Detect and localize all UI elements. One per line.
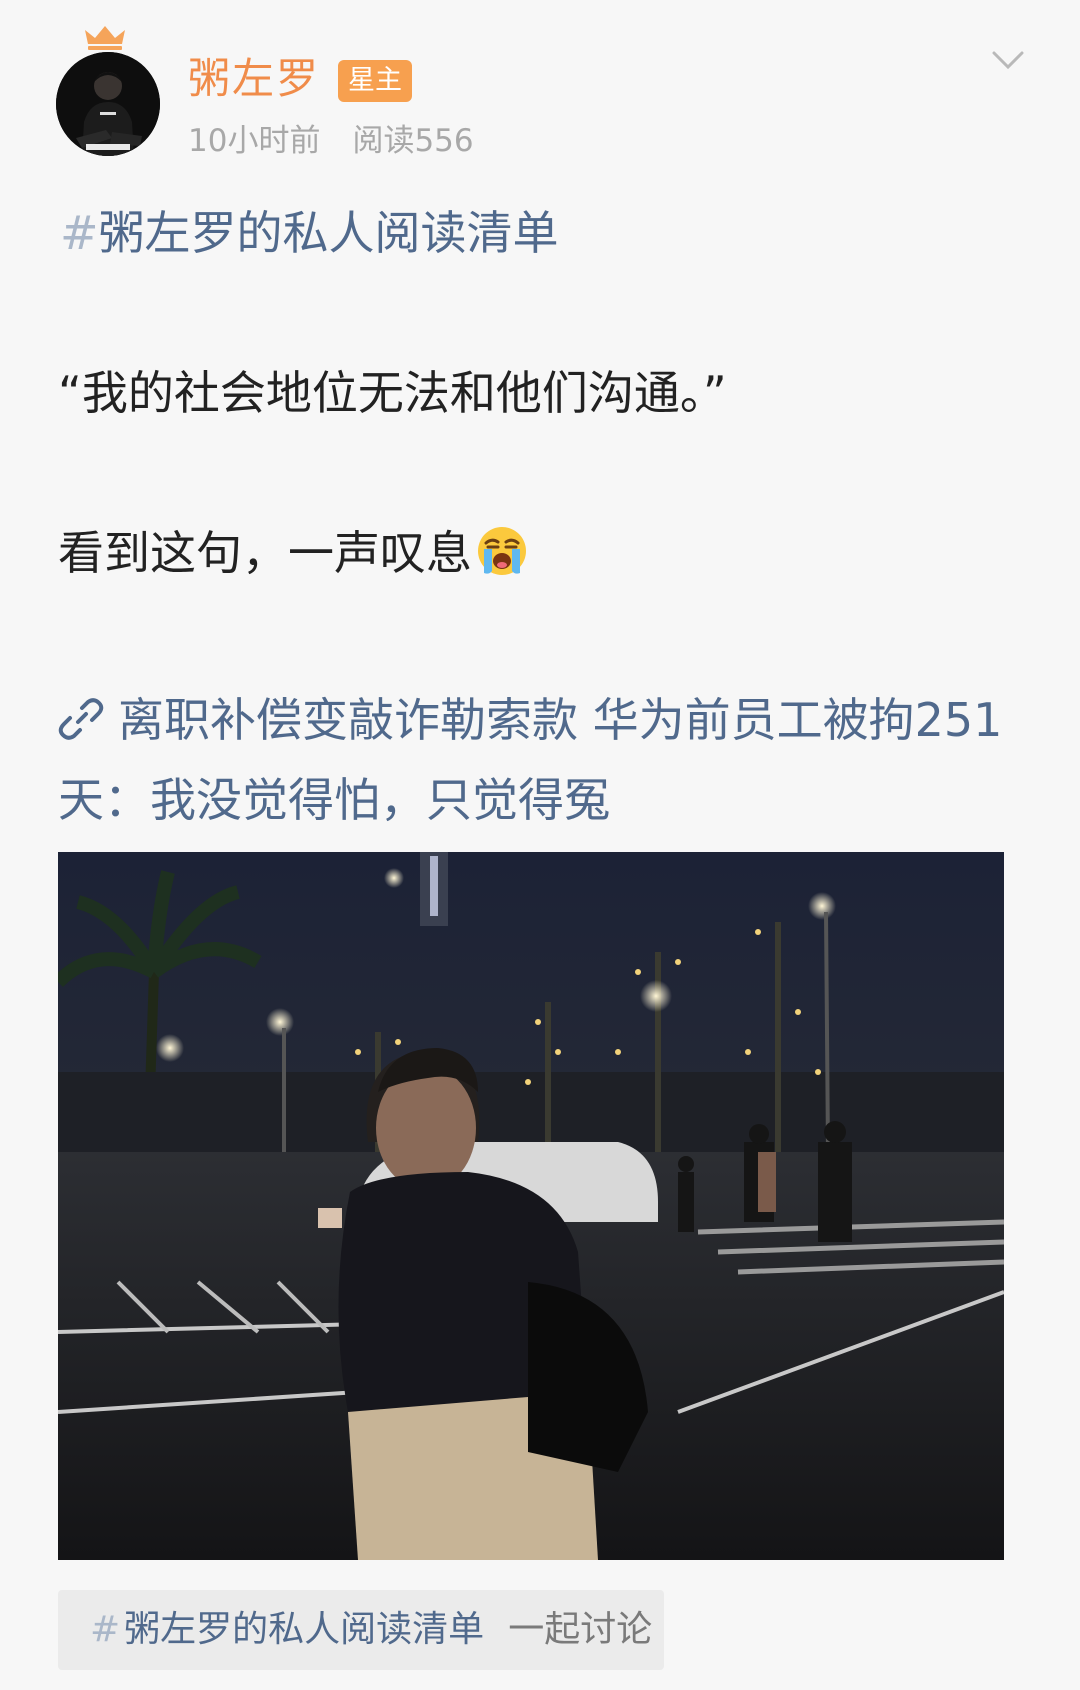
link-icon	[58, 698, 104, 740]
crown-icon	[85, 26, 125, 50]
topic-chip-label: 粥左罗的私人阅读清单	[124, 1609, 485, 1650]
post-photo[interactable]	[58, 852, 1004, 1560]
hashtag-link[interactable]: #粥左罗的私人阅读清单	[60, 200, 559, 266]
crying-face-icon	[478, 527, 526, 575]
chevron-down-icon[interactable]	[990, 48, 1026, 72]
article-link-text: 离职补偿变敲诈勒索款 华为前员工被拘251天：我没觉得怕，只觉得冤	[58, 693, 1003, 827]
hashtag-text: 粥左罗的私人阅读清单	[98, 206, 559, 260]
post-time: 10小时前	[188, 123, 321, 159]
article-link[interactable]: 离职补偿变敲诈勒索款 华为前员工被拘251天：我没觉得怕，只觉得冤	[58, 680, 1018, 840]
hash-mark: #	[90, 1609, 121, 1650]
post-quote: “我的社会地位无法和他们沟通。”	[58, 366, 727, 420]
discuss-action[interactable]: 一起讨论	[508, 1609, 652, 1650]
username[interactable]: 粥左罗	[188, 50, 320, 108]
weibo-post: 粥左罗 星主 10小时前 阅读556 #粥左罗的私人阅读清单 “我的社会地位无法和…	[0, 0, 1080, 1690]
vip-badge: 星主	[338, 60, 412, 102]
avatar[interactable]	[56, 52, 160, 156]
post-sentence-line: 看到这句，一声叹息	[58, 520, 528, 586]
post-meta: 10小时前 阅读556	[188, 120, 474, 162]
post-sentence: 看到这句，一声叹息	[58, 526, 472, 580]
topic-chip[interactable]: # 粥左罗的私人阅读清单 一起讨论	[58, 1590, 664, 1670]
hash-mark: #	[60, 206, 99, 260]
read-count: 阅读556	[352, 123, 474, 159]
avatar-container[interactable]	[56, 22, 160, 156]
